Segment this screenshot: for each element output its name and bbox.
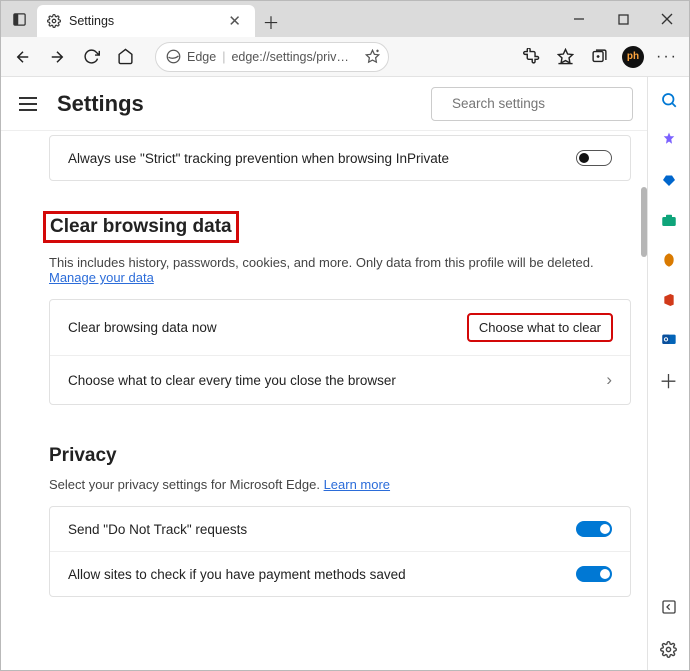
row-label: Send "Do Not Track" requests bbox=[68, 522, 247, 537]
row-label: Choose what to clear every time you clos… bbox=[68, 373, 396, 388]
search-settings-input[interactable] bbox=[450, 95, 631, 112]
profile-button[interactable]: ph bbox=[617, 41, 649, 73]
browser-window: Settings ✕ ＋ Edge | edge://settings/priv… bbox=[0, 0, 690, 671]
sidebar-outlook-icon[interactable] bbox=[658, 329, 680, 351]
dnt-toggle[interactable] bbox=[576, 521, 612, 537]
settings-page: Settings Always use "Strict" tracking pr… bbox=[1, 77, 647, 670]
row-label: Always use "Strict" tracking prevention … bbox=[68, 151, 449, 166]
search-settings-box[interactable] bbox=[431, 87, 633, 121]
learn-more-link[interactable]: Learn more bbox=[324, 477, 390, 492]
app-menu-button[interactable]: ··· bbox=[651, 41, 683, 73]
tabstrip: Settings ✕ ＋ bbox=[1, 1, 689, 37]
tabs-panel-button[interactable] bbox=[1, 1, 37, 37]
back-button[interactable] bbox=[7, 41, 39, 73]
tracking-strict-toggle[interactable] bbox=[576, 150, 612, 166]
privacy-heading: Privacy bbox=[49, 445, 631, 467]
home-button[interactable] bbox=[109, 41, 141, 73]
clear-browsing-card: Clear browsing data now Choose what to c… bbox=[49, 299, 631, 405]
extensions-button[interactable] bbox=[515, 41, 547, 73]
favorite-star-icon[interactable] bbox=[362, 47, 382, 67]
tracking-strict-inprivate-row: Always use "Strict" tracking prevention … bbox=[50, 136, 630, 180]
sidebar-collapse-icon[interactable] bbox=[658, 596, 680, 618]
tab-settings[interactable]: Settings ✕ bbox=[37, 5, 255, 37]
tab-title: Settings bbox=[69, 14, 114, 28]
gear-icon bbox=[47, 14, 61, 28]
payment-methods-row: Allow sites to check if you have payment… bbox=[50, 551, 630, 596]
settings-menu-button[interactable] bbox=[15, 91, 41, 117]
clear-browsing-data-heading: Clear browsing data bbox=[50, 216, 232, 237]
tracking-card: Always use "Strict" tracking prevention … bbox=[49, 135, 631, 181]
chevron-right-icon: › bbox=[606, 370, 612, 390]
tab-close-icon[interactable]: ✕ bbox=[224, 12, 245, 31]
sidebar-add-button[interactable]: ＋ bbox=[658, 369, 680, 391]
collections-button[interactable] bbox=[583, 41, 615, 73]
dnt-row: Send "Do Not Track" requests bbox=[50, 507, 630, 551]
settings-header: Settings bbox=[1, 77, 647, 131]
window-minimize-button[interactable] bbox=[557, 1, 601, 37]
clear-on-close-row[interactable]: Choose what to clear every time you clos… bbox=[50, 355, 630, 404]
avatar: ph bbox=[622, 46, 644, 68]
clear-browsing-description: This includes history, passwords, cookie… bbox=[49, 255, 631, 285]
addressbar-separator: | bbox=[222, 50, 225, 64]
privacy-description: Select your privacy settings for Microso… bbox=[49, 477, 631, 492]
sidebar-office-icon[interactable] bbox=[658, 289, 680, 311]
clear-now-row: Clear browsing data now Choose what to c… bbox=[50, 300, 630, 355]
sidebar-discover-icon[interactable] bbox=[658, 129, 680, 151]
row-label: Clear browsing data now bbox=[68, 320, 217, 335]
window-close-button[interactable] bbox=[645, 1, 689, 37]
refresh-button[interactable] bbox=[75, 41, 107, 73]
privacy-card: Send "Do Not Track" requests Allow sites… bbox=[49, 506, 631, 597]
addressbar-edge-label: Edge bbox=[187, 50, 216, 64]
edge-logo-icon bbox=[166, 49, 181, 64]
address-bar[interactable]: Edge | edge://settings/priv… bbox=[155, 42, 389, 72]
choose-what-to-clear-button[interactable]: Choose what to clear bbox=[468, 314, 612, 341]
sidebar: ＋ bbox=[647, 77, 689, 670]
sidebar-settings-gear-icon[interactable] bbox=[658, 638, 680, 660]
window-maximize-button[interactable] bbox=[601, 1, 645, 37]
favorites-button[interactable] bbox=[549, 41, 581, 73]
row-label: Allow sites to check if you have payment… bbox=[68, 567, 406, 582]
sidebar-games-icon[interactable] bbox=[658, 249, 680, 271]
addressbar-url: edge://settings/priv… bbox=[231, 50, 356, 64]
sidebar-shopping-icon[interactable] bbox=[658, 169, 680, 191]
forward-button[interactable] bbox=[41, 41, 73, 73]
payment-methods-toggle[interactable] bbox=[576, 566, 612, 582]
annotation-highlight-heading: Clear browsing data bbox=[43, 211, 239, 243]
toolbar: Edge | edge://settings/priv… ph ··· bbox=[1, 37, 689, 77]
manage-your-data-link[interactable]: Manage your data bbox=[49, 270, 154, 285]
sidebar-search-icon[interactable] bbox=[658, 89, 680, 111]
page-title: Settings bbox=[57, 91, 144, 117]
new-tab-button[interactable]: ＋ bbox=[255, 5, 287, 37]
sidebar-tools-icon[interactable] bbox=[658, 209, 680, 231]
